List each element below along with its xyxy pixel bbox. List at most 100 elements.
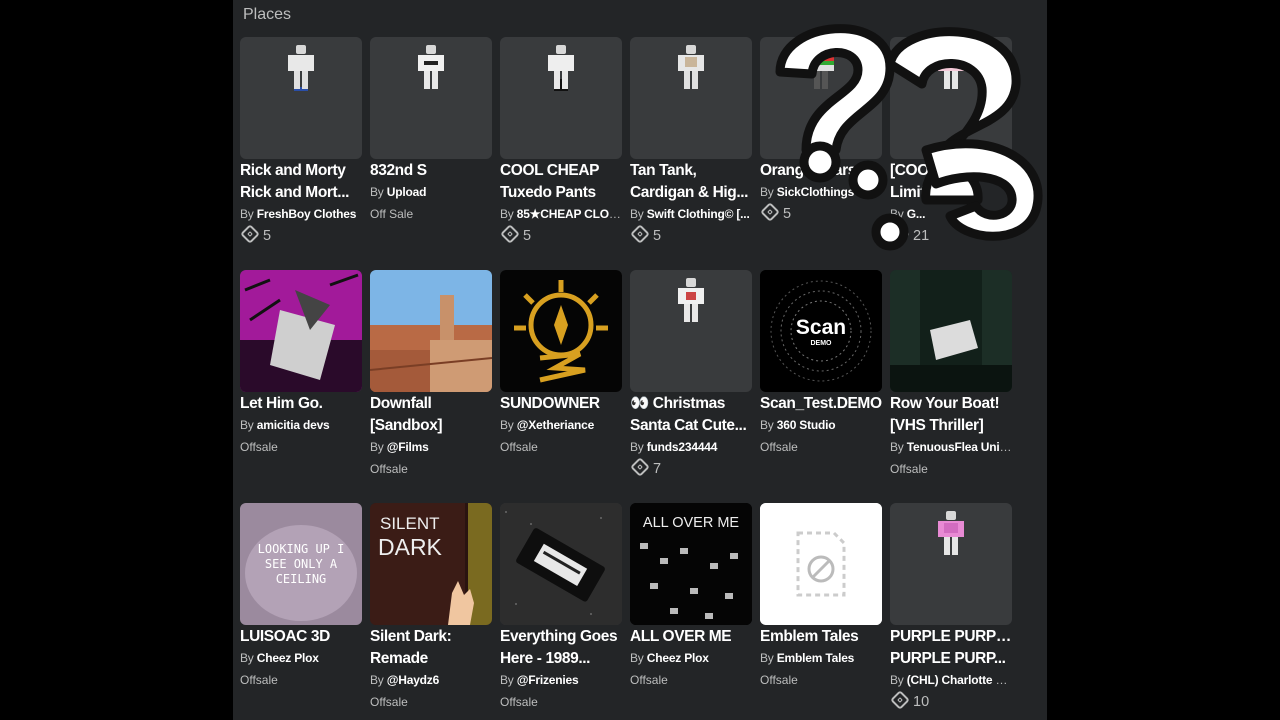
creator-line: By amicitia devs <box>240 414 362 436</box>
creator-link[interactable]: funds234444 <box>647 440 718 454</box>
place-thumbnail[interactable] <box>760 37 882 159</box>
place-title-line2: Limited 🔥 ... <box>890 183 981 201</box>
place-thumbnail[interactable]: LOOKING UP I SEE ONLY A CEILING <box>240 503 362 625</box>
place-meta: By FreshBoy Clothes 5 <box>240 203 362 247</box>
place-card[interactable]: Scan DEMO Scan_Test.DEMO By 360 Studio Offsa… <box>760 270 882 480</box>
place-card[interactable]: [COOL] 🎃 🍬 🍭 Limited 🔥 ... By G... 21 <box>890 37 1012 247</box>
place-meta: By @Haydz6 Offsale <box>370 669 492 713</box>
creator-link[interactable]: amicitia devs <box>257 418 330 432</box>
place-thumbnail[interactable] <box>500 270 622 392</box>
creator-link[interactable]: G... <box>907 207 926 221</box>
place-title[interactable]: SUNDOWNER <box>500 393 622 415</box>
place-title[interactable]: Rick and Morty Rick and Mort... <box>240 160 362 203</box>
creator-link[interactable]: SickClothings <box>777 185 855 199</box>
place-title-line2: [Sandbox] <box>370 416 443 434</box>
avatar-clothing-icon <box>548 45 574 91</box>
place-card[interactable]: Let Him Go. By amicitia devs Offsale <box>240 270 362 480</box>
creator-link[interactable]: 360 Studio <box>777 418 836 432</box>
place-thumbnail[interactable] <box>890 37 1012 159</box>
creator-link[interactable]: TenuousFlea Univ... <box>907 440 1012 454</box>
place-thumbnail[interactable] <box>500 503 622 625</box>
creator-link[interactable]: Cheez Plox <box>647 651 709 665</box>
place-thumbnail[interactable] <box>370 37 492 159</box>
place-thumbnail[interactable]: ALL OVER ME <box>630 503 752 625</box>
place-title[interactable]: Emblem Tales <box>760 626 882 648</box>
price: 21 <box>890 224 1012 247</box>
place-title[interactable]: Silent Dark: Remade <box>370 626 492 669</box>
luisoac-art: LOOKING UP ISEE ONLY ACEILING <box>240 503 362 625</box>
place-title-line1: ALL OVER ME <box>630 628 732 645</box>
price: 5 <box>760 202 882 225</box>
place-thumbnail[interactable] <box>240 270 362 392</box>
creator-link[interactable]: Swift Clothing© [... <box>647 207 750 221</box>
all-over-me-art: ALL OVER ME <box>630 503 752 625</box>
place-thumbnail[interactable] <box>500 37 622 159</box>
place-title[interactable]: Scan_Test.DEMO <box>760 393 882 415</box>
place-card[interactable]: ALL OVER ME ALL OVER ME By Cheez Plox Offsa… <box>630 503 752 713</box>
place-card[interactable]: COOL CHEAP Tuxedo Pants By 85★CHEAP CLOT..… <box>500 37 622 247</box>
price-value: 5 <box>263 228 272 244</box>
creator-line: By Upload <box>370 181 492 203</box>
place-card[interactable]: PURPLE PURPLE PURPLE PURP... By (CHL) Char… <box>890 503 1012 713</box>
place-title[interactable]: 👀 Christmas Santa Cat Cute... <box>630 393 752 436</box>
by-label: By <box>240 207 254 221</box>
place-thumbnail[interactable] <box>890 503 1012 625</box>
creator-line: By 360 Studio <box>760 414 882 436</box>
place-card[interactable]: Tan Tank, Cardigan & Hig... By Swift Cloth… <box>630 37 752 247</box>
sale-status: Offsale <box>370 695 408 709</box>
scan-demo-art: ScanDEMO <box>760 270 882 392</box>
place-title[interactable]: Tan Tank, Cardigan & Hig... <box>630 160 752 203</box>
place-card[interactable]: 👀 Christmas Santa Cat Cute... By funds2344… <box>630 270 752 480</box>
place-title[interactable]: 832nd S <box>370 160 492 182</box>
place-card[interactable]: Orange Scars By SickClothings 5 <box>760 37 882 247</box>
creator-link[interactable]: @Films <box>387 440 429 454</box>
avatar-clothing-icon <box>418 45 444 89</box>
place-card[interactable]: Emblem Tales By Emblem Tales Offsale <box>760 503 882 713</box>
place-card[interactable]: SILENT DARK Silent Dark: Remade By @Haydz6 Of… <box>370 503 492 713</box>
avatar-clothing-icon <box>808 45 834 89</box>
by-label: By <box>240 418 254 432</box>
place-title[interactable]: [COOL] 🎃 🍬 🍭 Limited 🔥 ... <box>890 160 1012 203</box>
place-card[interactable]: Rick and Morty Rick and Mort... By FreshBo… <box>240 37 362 247</box>
place-title[interactable]: LUISOAC 3D <box>240 626 362 648</box>
place-card[interactable]: LOOKING UP I SEE ONLY A CEILING LUISOAC 3D B… <box>240 503 362 713</box>
creator-link[interactable]: Emblem Tales <box>777 651 855 665</box>
place-thumbnail[interactable] <box>630 37 752 159</box>
creator-link[interactable]: @Xetheriance <box>517 418 595 432</box>
creator-link[interactable]: Upload <box>387 185 427 199</box>
place-card[interactable]: Row Your Boat! [VHS Thriller] By TenuousFl… <box>890 270 1012 480</box>
place-title[interactable]: Let Him Go. <box>240 393 362 415</box>
place-thumbnail[interactable]: Scan DEMO <box>760 270 882 392</box>
place-card[interactable]: Downfall [Sandbox] By @Films Offsale <box>370 270 492 480</box>
creator-link[interactable]: FreshBoy Clothes <box>257 207 357 221</box>
place-card[interactable]: 832nd S By Upload Off Sale <box>370 37 492 247</box>
creator-link[interactable]: (CHL) Charlotte C... <box>907 673 1012 687</box>
place-thumbnail[interactable] <box>760 503 882 625</box>
place-title[interactable]: Downfall [Sandbox] <box>370 393 492 436</box>
sale-status: Offsale <box>370 462 408 476</box>
place-card[interactable]: Everything Goes Here - 1989... By @Frizeni… <box>500 503 622 713</box>
by-label: By <box>240 651 254 665</box>
creator-link[interactable]: 85★CHEAP CLOT... <box>517 207 622 221</box>
svg-text:SEE ONLY A: SEE ONLY A <box>265 557 338 571</box>
place-thumbnail[interactable] <box>240 37 362 159</box>
place-title[interactable]: Everything Goes Here - 1989... <box>500 626 622 669</box>
place-thumbnail[interactable] <box>630 270 752 392</box>
avatar-clothing-icon <box>288 45 314 91</box>
creator-link[interactable]: Cheez Plox <box>257 651 319 665</box>
place-title[interactable]: PURPLE PURPLE PURPLE PURP... <box>890 626 1012 669</box>
creator-link[interactable]: @Frizenies <box>517 673 579 687</box>
place-title[interactable]: Row Your Boat! [VHS Thriller] <box>890 393 1012 436</box>
creator-link[interactable]: @Haydz6 <box>387 673 440 687</box>
place-thumbnail[interactable]: SILENT DARK <box>370 503 492 625</box>
place-card[interactable]: SUNDOWNER By @Xetheriance Offsale <box>500 270 622 480</box>
place-thumbnail[interactable] <box>370 270 492 392</box>
place-title[interactable]: Orange Scars <box>760 160 882 182</box>
place-title[interactable]: ALL OVER ME <box>630 626 752 648</box>
by-label: By <box>890 440 904 454</box>
svg-text:ALL OVER ME: ALL OVER ME <box>643 515 739 531</box>
place-title[interactable]: COOL CHEAP Tuxedo Pants <box>500 160 622 203</box>
place-meta: By Cheez Plox Offsale <box>240 647 362 691</box>
place-thumbnail[interactable] <box>890 270 1012 392</box>
place-meta: By amicitia devs Offsale <box>240 414 362 458</box>
